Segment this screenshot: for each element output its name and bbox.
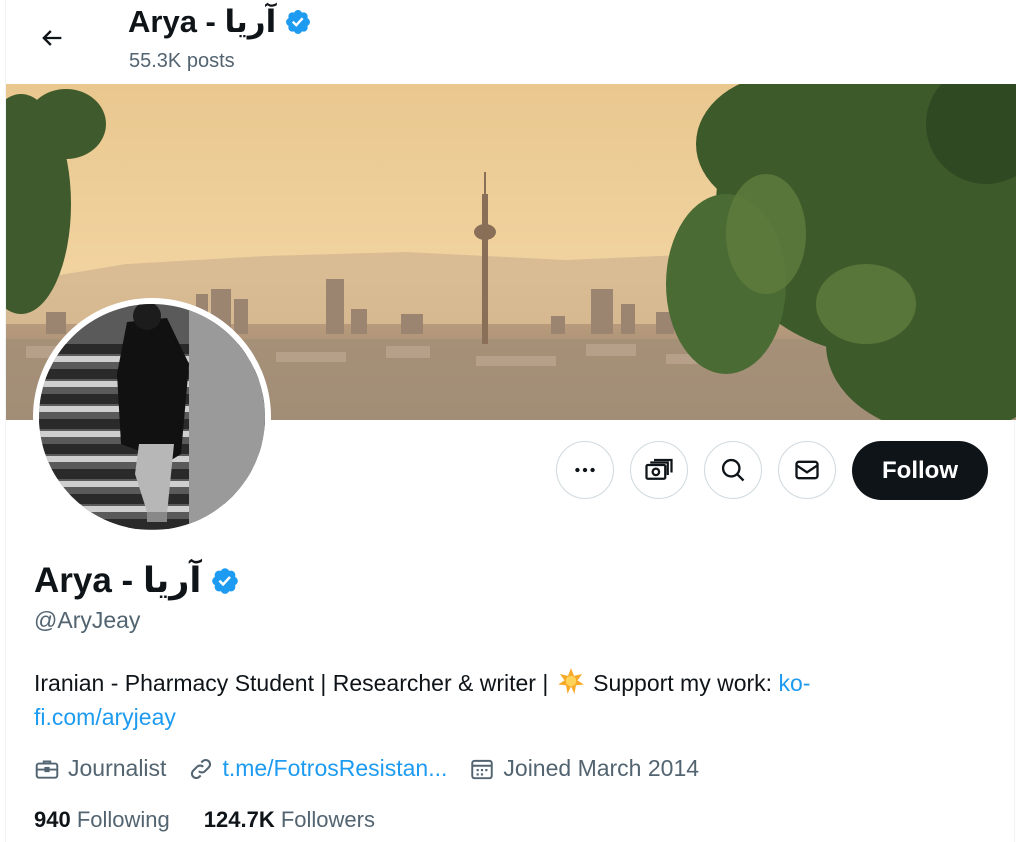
verified-badge-icon <box>286 10 311 34</box>
back-button[interactable] <box>32 18 72 58</box>
more-icon <box>575 467 595 473</box>
money-icon <box>645 458 673 480</box>
arrow-left-icon <box>42 30 62 46</box>
website: t.me/FotrosResistan... <box>188 755 447 782</box>
join-date-label: Joined March 2014 <box>503 755 700 781</box>
website-link[interactable]: t.me/FotrosResistan... <box>222 755 447 782</box>
bio-text: Iranian - Pharmacy Student | Researcher … <box>34 670 555 696</box>
post-count: 55.3K posts <box>129 50 235 72</box>
search-icon <box>721 458 745 482</box>
follow-button[interactable]: Follow <box>852 441 988 500</box>
followers-count: 124.7K <box>203 807 275 832</box>
more-button[interactable] <box>556 441 614 499</box>
calendar-icon <box>471 759 494 779</box>
profile-bio: Iranian - Pharmacy Student | Researcher … <box>34 666 934 734</box>
link-icon <box>191 758 212 779</box>
following-count: 940 <box>34 807 71 832</box>
header-name: Arya - آریا <box>128 4 277 39</box>
avatar-image <box>39 304 265 530</box>
followers-link[interactable]: 124.7K Followers <box>204 807 375 833</box>
profession: Journalist <box>34 755 166 782</box>
followers-label: Followers <box>280 807 375 832</box>
glowing-star-emoji-icon <box>557 668 584 694</box>
profile-handle: @AryJeay <box>34 607 141 633</box>
profile-name-row: Arya - آریا <box>34 561 240 601</box>
header-title: Arya - آریا <box>128 4 312 40</box>
profile-header: Arya - آریا 55.3K posts <box>6 0 1016 84</box>
follow-stats: 940 Following 124.7K Followers <box>34 807 375 833</box>
following-label: Following <box>76 807 170 832</box>
briefcase-icon <box>35 759 59 779</box>
subscribe-button[interactable] <box>630 441 688 499</box>
verified-badge-icon[interactable] <box>210 566 240 596</box>
search-button[interactable] <box>704 441 762 499</box>
profession-label: Journalist <box>68 755 167 781</box>
message-button[interactable] <box>778 441 836 499</box>
mail-icon <box>795 460 819 480</box>
profile-avatar[interactable] <box>33 298 271 536</box>
profile-page: Arya - آریا 55.3K posts Follow Arya - آر… <box>5 0 1016 842</box>
profile-meta: Journalist t.me/FotrosResistan... Joined… <box>34 755 721 782</box>
following-link[interactable]: 940 Following <box>34 807 170 833</box>
bio-support-text: Support my work: <box>586 670 779 696</box>
join-date: Joined March 2014 <box>469 755 699 782</box>
profile-name: Arya - آریا <box>34 561 202 600</box>
